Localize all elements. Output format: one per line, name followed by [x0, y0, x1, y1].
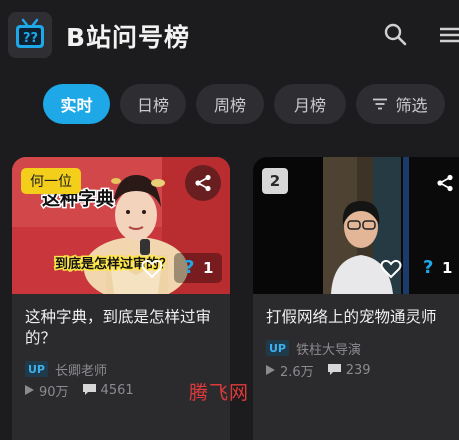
danmaku-count: 239 — [345, 362, 371, 378]
video-thumbnail[interactable]: 这种字典 到底是怎样过审的？ 何一位 ? 1 — [12, 157, 230, 294]
filter-icon — [373, 95, 388, 114]
filter-button[interactable]: 筛选 — [356, 84, 445, 124]
uploader-row[interactable]: UP 铁柱大导演 — [266, 339, 362, 358]
danmaku-stat: 239 — [327, 362, 371, 378]
danmaku-icon — [327, 364, 341, 375]
watermark-text: 腾飞网 — [189, 382, 250, 404]
tab-label: 月榜 — [293, 96, 326, 115]
app-root: ?? B站问号榜 实时 日榜 周榜 月榜 筛选 这种字典 到底是怎样过审的？ 何… — [0, 0, 459, 440]
app-title: B站问号榜 — [66, 23, 191, 52]
up-tag: UP — [266, 340, 289, 356]
rank-badge: 何一位 — [21, 168, 81, 194]
danmaku-icon — [82, 384, 96, 395]
tab-label: 实时 — [60, 96, 93, 115]
video-stats: 90万 4561 — [25, 381, 148, 400]
video-title[interactable]: 这种字典，到底是怎样过审的？ — [25, 307, 220, 349]
ranking-tabs: 实时 日榜 周榜 月榜 筛选 — [0, 84, 459, 128]
app-header: ?? B站问号榜 — [0, 0, 459, 72]
video-thumbnail[interactable]: 2 ? 1 — [253, 157, 459, 294]
uploader-name: 铁柱大导演 — [296, 342, 362, 358]
rank-badge: 2 — [262, 168, 288, 194]
tab-weekly[interactable]: 周榜 — [196, 84, 264, 124]
tab-daily[interactable]: 日榜 — [120, 84, 186, 124]
play-icon — [266, 365, 275, 375]
tab-label: 筛选 — [395, 96, 428, 115]
tab-label: 日榜 — [136, 96, 169, 115]
video-title[interactable]: 打假网络上的宠物通灵师 — [266, 307, 459, 328]
question-pill — [174, 253, 222, 283]
video-card[interactable]: 2 ? 1 打假网络上的宠物通灵师 UP 铁柱大导演 2.6万 239 — [253, 157, 459, 440]
heart-icon[interactable] — [141, 258, 163, 280]
svg-text:??: ?? — [23, 31, 38, 46]
views-stat: 2.6万 — [266, 361, 314, 380]
views-count: 90万 — [39, 384, 69, 400]
uploader-name: 长卿老师 — [55, 363, 108, 379]
menu-icon[interactable] — [438, 22, 459, 48]
tab-label: 周榜 — [213, 96, 246, 115]
question-mark-icon: ? — [184, 257, 195, 278]
share-icon[interactable] — [185, 165, 221, 201]
question-count: 1 — [442, 259, 453, 277]
tab-monthly[interactable]: 月榜 — [274, 84, 346, 124]
play-icon — [25, 385, 34, 395]
tab-realtime[interactable]: 实时 — [43, 84, 110, 124]
views-count: 2.6万 — [280, 364, 314, 380]
heart-icon[interactable] — [380, 258, 402, 280]
question-mark-icon: ? — [423, 257, 434, 278]
danmaku-count: 4561 — [100, 382, 134, 398]
up-tag: UP — [25, 361, 48, 377]
question-count: 1 — [203, 259, 214, 277]
video-stats: 2.6万 239 — [266, 361, 385, 380]
views-stat: 90万 — [25, 381, 69, 400]
bilibili-tv-logo-icon: ?? — [8, 12, 52, 58]
share-icon[interactable] — [427, 165, 459, 201]
danmaku-stat: 4561 — [82, 382, 134, 398]
uploader-row[interactable]: UP 长卿老师 — [25, 360, 108, 379]
search-icon[interactable] — [383, 22, 409, 48]
